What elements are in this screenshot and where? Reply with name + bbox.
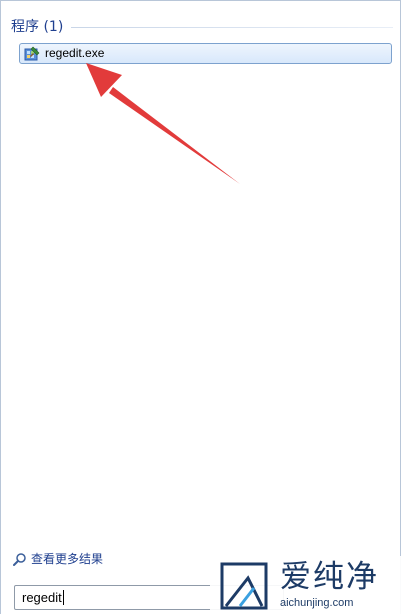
search-icon [13,552,27,566]
search-input-value: regedit [22,589,62,605]
start-menu-search-panel: 程序 (1) regedit.exe 查看更多结果 regedit 爱纯净 ai… [0,0,401,615]
watermark-logo-icon [220,562,268,610]
site-watermark: 爱纯净 aichunjing.com [210,556,401,615]
watermark-chinese-text: 爱纯净 [280,559,379,595]
search-result-regedit[interactable]: regedit.exe [19,43,392,64]
programs-section-title: 程序 (1) [11,19,64,35]
regedit-icon [24,46,40,62]
see-more-results-link[interactable]: 查看更多结果 [13,551,103,567]
watermark-url: aichunjing.com [280,597,354,609]
annotation-arrow [86,63,240,184]
search-result-label: regedit.exe [45,46,105,60]
programs-section-header: 程序 (1) [11,17,393,37]
see-more-results-label: 查看更多结果 [31,552,104,566]
text-caret [62,590,64,605]
section-divider [71,26,393,28]
